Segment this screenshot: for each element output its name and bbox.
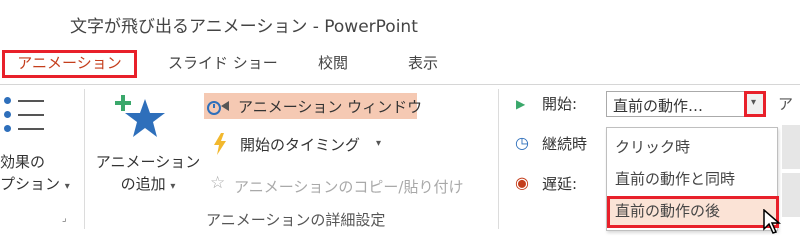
ribbon-scroll-down[interactable] (782, 173, 800, 217)
tab-review[interactable]: 校閲 (308, 50, 358, 78)
next-group-label-partial: ア (778, 95, 794, 113)
animation-pane-label: アニメーション ウィンドウ (238, 98, 423, 116)
effect-options-label-2: プション (0, 175, 61, 193)
group-separator (498, 89, 499, 229)
chevron-down-icon: ▾ (751, 97, 757, 108)
duration-label: 継続時 (542, 135, 588, 153)
dialog-launcher-icon[interactable]: ⌟ (62, 213, 67, 224)
dropdown-option-with-previous[interactable]: 直前の動作と同時 (607, 164, 777, 194)
window-title: 文字が飛び出るアニメーション - PowerPoint (70, 17, 418, 37)
tab-view[interactable]: 表示 (398, 50, 448, 78)
tab-animations[interactable]: アニメーション (2, 50, 137, 78)
start-select[interactable]: 直前の動作… (606, 91, 746, 117)
group-separator (84, 89, 85, 229)
animation-pane-button[interactable]: アニメーション ウィンドウ (204, 93, 422, 119)
dropdown-option-on-click[interactable]: クリック時 (607, 132, 777, 162)
effect-options-label-1: 効果の (0, 153, 46, 171)
advanced-animation-group-label: アニメーションの詳細設定 (206, 211, 386, 229)
animation-painter-icon: ☆ (210, 173, 226, 193)
ribbon-scroll-up[interactable] (782, 125, 800, 169)
play-icon: ▶ (516, 97, 526, 111)
animation-painter-button[interactable]: ☆ アニメーションのコピー/貼り付け (204, 173, 494, 199)
start-dropdown-list: クリック時 直前の動作と同時 直前の動作の後 (606, 127, 779, 231)
clock-icon: ◷ (515, 133, 529, 152)
start-label: 開始: (542, 95, 578, 113)
delay-icon: ◉ (515, 173, 529, 192)
effect-options-button[interactable]: 効果の プション ▾ (0, 151, 70, 198)
add-animation-label-1: アニメーション (95, 153, 201, 171)
lightning-icon (214, 133, 226, 155)
chevron-down-icon: ▾ (64, 181, 70, 192)
trigger-button[interactable]: 開始のタイミング ▾ (204, 131, 394, 157)
mouse-cursor-icon (763, 209, 782, 234)
ribbon: 効果の プション ▾ ⌟ アニメーション の追加 ▾ アニメーション ウィンドウ… (0, 84, 800, 250)
delay-label: 遅延: (542, 175, 578, 193)
chevron-down-icon: ▾ (376, 138, 382, 149)
dropdown-option-after-previous[interactable]: 直前の動作の後 (607, 196, 779, 228)
start-dropdown-button[interactable]: ▾ (744, 91, 766, 117)
animation-pane-icon (207, 101, 229, 115)
add-animation-star-icon (115, 95, 165, 137)
ribbon-tabs: アニメーション スライド ショー 校閲 表示 (0, 50, 800, 82)
tab-slideshow[interactable]: スライド ショー (158, 50, 288, 78)
start-select-value: 直前の動作… (613, 97, 704, 115)
effect-options-icon (4, 97, 44, 147)
trigger-label: 開始のタイミング (240, 136, 361, 154)
chevron-down-icon: ▾ (170, 181, 176, 192)
add-animation-label-2: の追加 (120, 175, 166, 193)
animation-painter-label: アニメーションのコピー/貼り付け (234, 178, 464, 196)
add-animation-button[interactable]: アニメーション の追加 ▾ (94, 151, 202, 198)
